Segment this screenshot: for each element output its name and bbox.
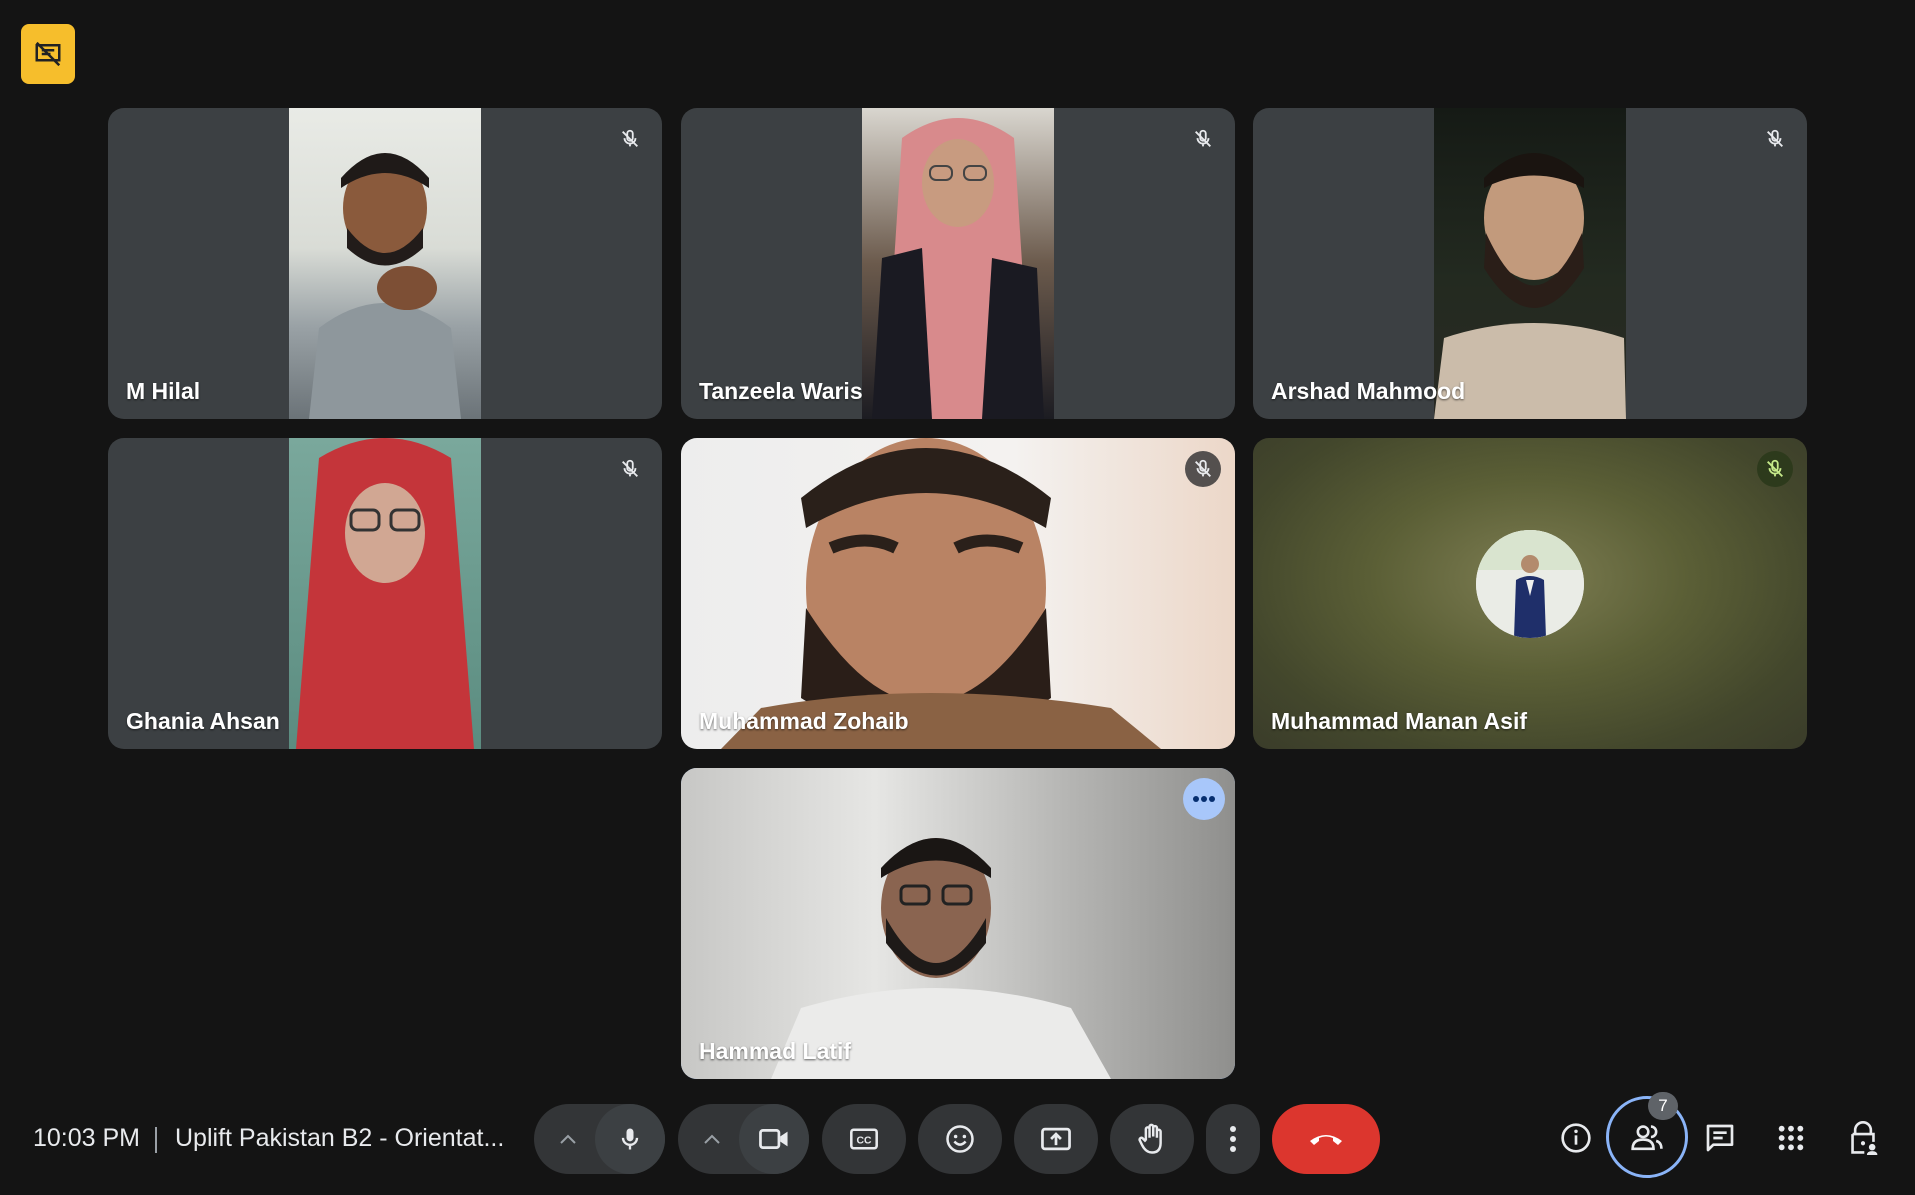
leave-call-button[interactable] <box>1272 1104 1380 1174</box>
participant-name: Ghania Ahsan <box>126 708 280 734</box>
mic-off-icon <box>1195 129 1211 147</box>
tile-options-button[interactable] <box>1183 778 1225 820</box>
participant-video <box>1434 108 1626 419</box>
muted-indicator <box>612 121 648 157</box>
chevron-up-icon <box>704 1134 720 1144</box>
meeting-clock: 10:03 PM <box>33 1124 141 1152</box>
mic-off-icon <box>622 459 638 477</box>
apps-icon <box>1778 1125 1804 1151</box>
closed-captions-icon: CC <box>850 1128 878 1150</box>
participant-tile[interactable]: Muhammad Zohaib <box>681 438 1235 749</box>
more-vert-icon <box>1230 1126 1236 1152</box>
videocam-icon <box>759 1129 788 1149</box>
raise-hand-button[interactable] <box>1110 1104 1194 1174</box>
muted-indicator <box>1757 451 1793 487</box>
participant-tile[interactable]: Ghania Ahsan <box>108 438 662 749</box>
participant-tile[interactable]: M Hilal <box>108 108 662 419</box>
participant-name: Muhammad Manan Asif <box>1271 708 1528 734</box>
chevron-up-icon <box>560 1134 576 1144</box>
muted-indicator <box>1185 451 1221 487</box>
call-end-icon <box>1310 1135 1342 1145</box>
lock-person-icon <box>1851 1121 1878 1155</box>
participant-count-badge: 7 <box>1648 1092 1678 1120</box>
people-icon <box>1631 1125 1663 1151</box>
present-button[interactable] <box>1014 1104 1098 1174</box>
chat-button[interactable] <box>1692 1110 1748 1166</box>
mic-off-icon <box>1767 459 1783 477</box>
more-horiz-icon <box>1193 796 1215 802</box>
mic-off-icon <box>1195 459 1211 477</box>
mic-off-icon <box>622 129 638 147</box>
participant-name: Tanzeela Waris <box>699 378 863 404</box>
muted-indicator <box>612 451 648 487</box>
reactions-button[interactable] <box>918 1104 1002 1174</box>
svg-text:CC: CC <box>857 1136 872 1147</box>
mic-off-icon <box>1767 129 1783 147</box>
camera-button[interactable] <box>739 1104 809 1174</box>
captions-button[interactable]: CC <box>822 1104 906 1174</box>
raise-hand-icon <box>1138 1123 1162 1154</box>
participant-video <box>862 108 1054 419</box>
participant-tile[interactable]: Muhammad Manan Asif <box>1253 438 1807 749</box>
more-options-button[interactable] <box>1206 1104 1260 1174</box>
muted-indicator <box>1185 121 1221 157</box>
info-icon <box>1561 1123 1591 1153</box>
emoji-icon <box>946 1125 974 1153</box>
participant-tile[interactable]: Arshad Mahmood <box>1253 108 1807 419</box>
present-screen-icon <box>1041 1127 1071 1151</box>
participant-name: M Hilal <box>126 378 201 404</box>
audio-settings-button[interactable] <box>538 1104 598 1174</box>
self-tile[interactable]: Hammad Latif <box>681 768 1235 1079</box>
participant-video <box>681 438 1235 749</box>
chat-icon <box>1706 1124 1734 1152</box>
muted-indicator <box>1757 121 1793 157</box>
presentation-off-icon <box>35 41 61 67</box>
presentation-off-button[interactable] <box>21 24 75 84</box>
mic-icon <box>621 1128 639 1150</box>
mic-button[interactable] <box>595 1104 665 1174</box>
participant-video <box>681 768 1235 1079</box>
participant-name: Arshad Mahmood <box>1271 378 1466 404</box>
participant-name: Hammad Latif <box>699 1038 852 1064</box>
video-settings-button[interactable] <box>682 1104 742 1174</box>
participant-video <box>289 108 481 419</box>
avatar <box>1476 529 1584 638</box>
meeting-title: Uplift Pakistan B2 - Orientat... <box>175 1124 505 1152</box>
participant-video <box>289 438 481 749</box>
activities-button[interactable] <box>1763 1110 1819 1166</box>
meeting-details-button[interactable] <box>1548 1110 1604 1166</box>
participant-name: Muhammad Zohaib <box>699 708 909 734</box>
participant-tile[interactable]: Tanzeela Waris <box>681 108 1235 419</box>
divider <box>155 1127 157 1153</box>
host-controls-button[interactable] <box>1835 1110 1891 1166</box>
